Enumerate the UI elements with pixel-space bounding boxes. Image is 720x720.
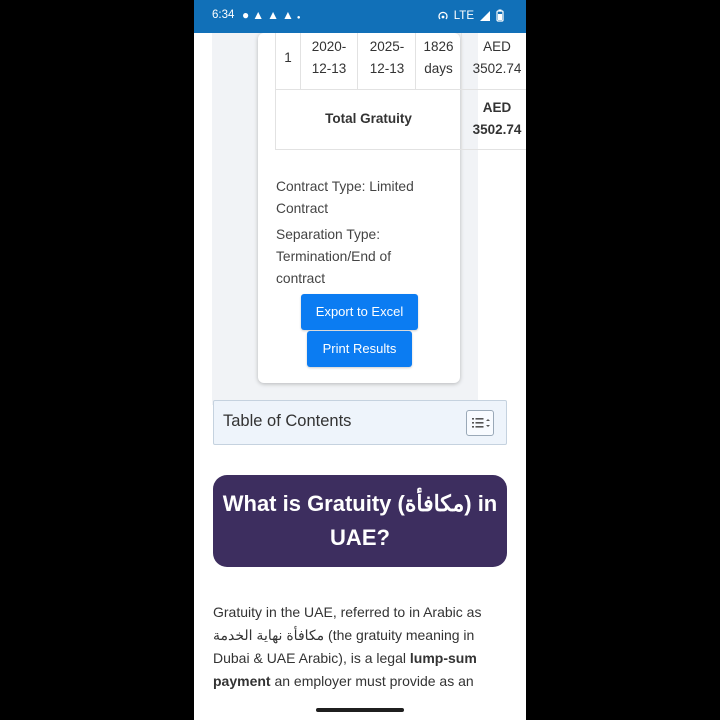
battery-icon: [496, 9, 504, 22]
para-bold-payment: payment: [213, 673, 271, 689]
phone-screen: 6:34 ●▲▲▲● LTE 1 2020- 12-13 2025- 12-13…: [194, 0, 526, 720]
row-index: 1: [284, 50, 292, 65]
row-amount: AED 3502.74: [464, 36, 526, 80]
table-of-contents[interactable]: Table of Contents: [213, 400, 507, 445]
start-date-line2: 12-13: [311, 61, 347, 76]
total-amount-line2: 3502.74: [472, 122, 522, 137]
end-date-line1: 2025-: [369, 39, 405, 54]
heading-line1: What is Gratuity (مكافأة) in: [222, 491, 498, 516]
list-toggle-icon: [472, 418, 490, 428]
snapchat-icon: ▲: [267, 8, 283, 22]
snapchat-icon: ▲: [252, 8, 268, 22]
notification-icons: ●▲▲▲●: [242, 8, 304, 22]
contract-type-line2: Contract: [276, 201, 329, 216]
days-line1: 1826: [423, 39, 454, 54]
separation-line3: contract: [276, 271, 326, 286]
hotspot-icon: [438, 11, 448, 19]
separation-line2: Termination/End of: [276, 249, 392, 264]
export-excel-button[interactable]: Export to Excel: [301, 294, 418, 330]
toc-toggle-button[interactable]: [466, 410, 494, 436]
status-right: LTE: [437, 9, 504, 22]
intro-paragraph: Gratuity in the UAE, referred to in Arab…: [213, 601, 509, 693]
start-date: 2020- 12-13: [302, 36, 356, 80]
para-line3: Dubai & UAE Arabic), is a legal: [213, 650, 410, 666]
amount-line2: 3502.74: [472, 61, 522, 76]
end-date-line2: 12-13: [369, 61, 405, 76]
contract-type-line1: Contract Type: Limited: [276, 179, 414, 194]
para-arabic: مكافأة نهاية الخدمة: [213, 627, 325, 643]
signal-icon: [480, 10, 490, 21]
separation-type: Separation Type: Termination/End of cont…: [276, 224, 446, 290]
snapchat-icon: ▲: [282, 8, 297, 22]
para-line4-rest: an employer must provide as an: [270, 673, 474, 689]
service-days: 1826 days: [416, 36, 461, 80]
gesture-nav-bar: [194, 700, 526, 720]
dot-icon: ●: [296, 15, 304, 21]
separation-line1: Separation Type:: [276, 227, 381, 242]
amount-line1: AED: [483, 39, 511, 54]
total-label: Total Gratuity: [325, 111, 412, 126]
end-date: 2025- 12-13: [359, 36, 415, 80]
para-bold-lump-sum: lump-sum: [409, 650, 477, 666]
total-amount: AED 3502.74: [464, 97, 526, 141]
start-date-line1: 2020-: [311, 39, 347, 54]
total-amount-line1: AED: [482, 100, 512, 115]
days-line2: days: [424, 61, 453, 76]
status-time: 6:34: [212, 9, 235, 21]
network-label: LTE: [453, 9, 474, 22]
section-heading: What is Gratuity (مكافأة) in UAE?: [213, 475, 507, 567]
contract-type: Contract Type: Limited Contract: [276, 176, 446, 220]
status-bar: 6:34 ●▲▲▲● LTE: [194, 0, 526, 33]
page-content[interactable]: 1 2020- 12-13 2025- 12-13 1826 days AED …: [194, 33, 526, 700]
para-line2-rest: (the gratuity meaning in: [324, 627, 475, 643]
chat-icon: ●: [242, 8, 253, 22]
heading-line2: UAE?: [330, 525, 390, 550]
para-line1: Gratuity in the UAE, referred to in Arab…: [213, 604, 482, 620]
home-gesture-handle[interactable]: [316, 708, 404, 712]
toc-title: Table of Contents: [223, 412, 352, 430]
print-results-button[interactable]: Print Results: [307, 331, 412, 367]
